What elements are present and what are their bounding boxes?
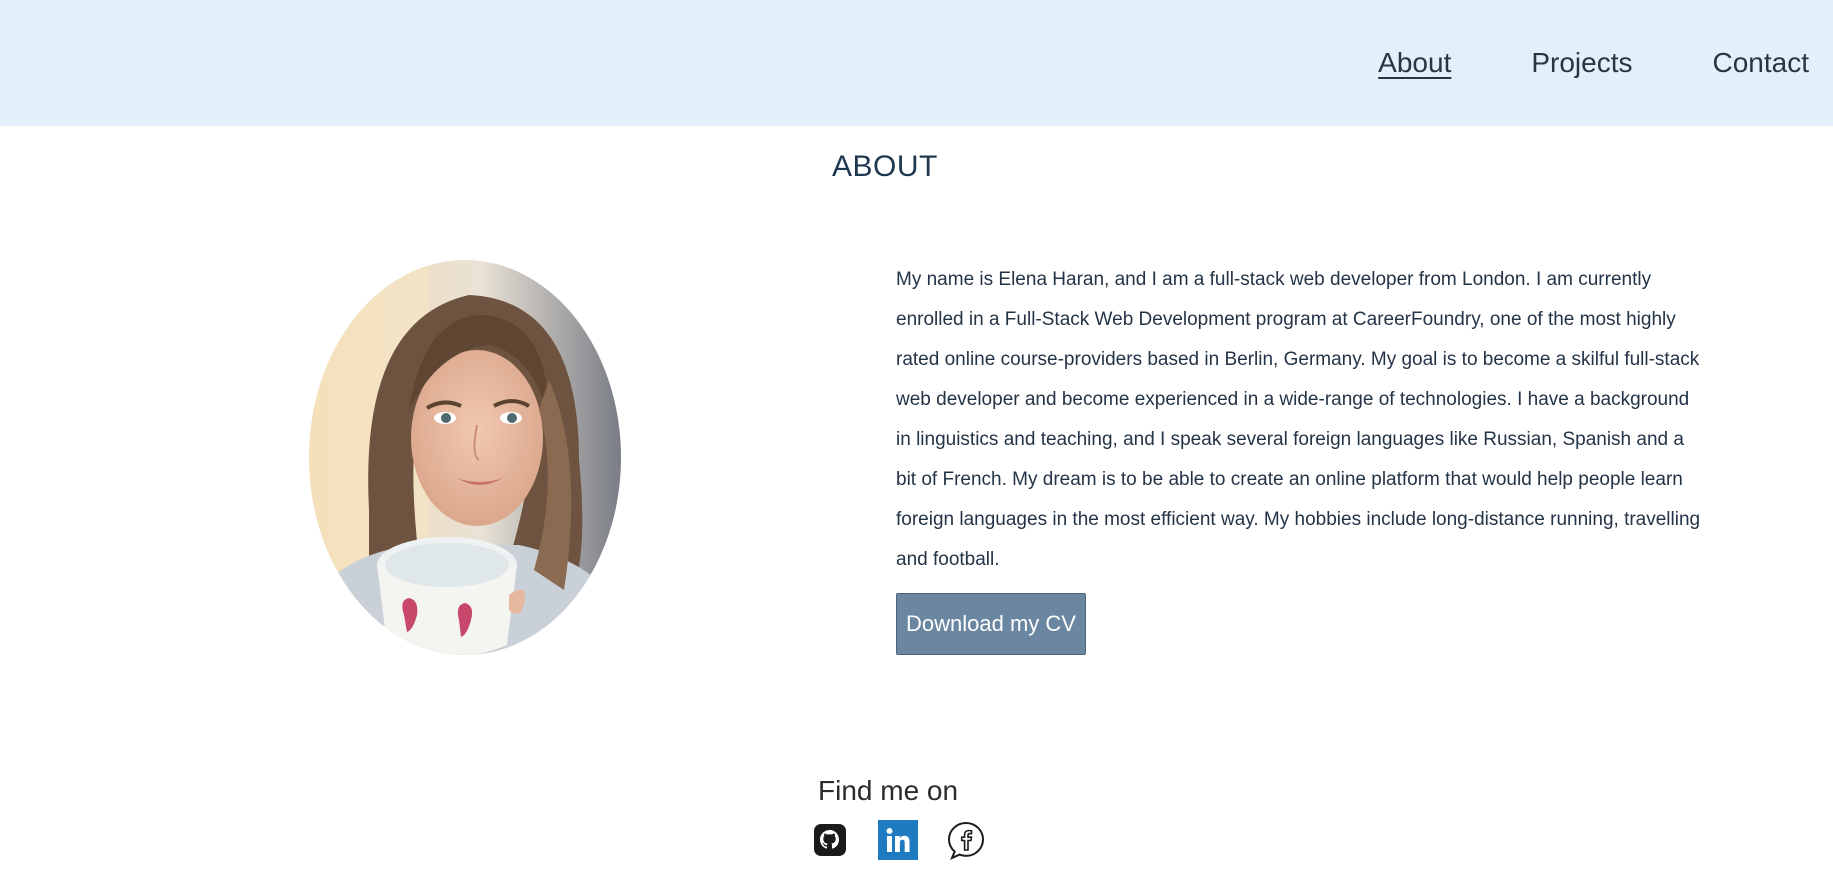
nav-link-contact[interactable]: Contact [1713,44,1810,82]
facebook-icon[interactable] [946,820,986,860]
main-nav: About Projects Contact [1378,44,1809,82]
github-icon[interactable] [810,820,850,860]
profile-photo [309,260,621,655]
nav-link-projects[interactable]: Projects [1531,44,1632,82]
find-me-title: Find me on [818,775,959,806]
section-title: ABOUT [832,150,938,183]
bio-text: My name is Elena Haran, and I am a full-… [896,269,1701,570]
download-cv-button[interactable]: Download my CV [896,593,1086,655]
social-links [810,820,986,860]
linkedin-icon[interactable] [878,820,918,860]
site-header: About Projects Contact [0,0,1833,126]
nav-link-about[interactable]: About [1378,44,1451,82]
